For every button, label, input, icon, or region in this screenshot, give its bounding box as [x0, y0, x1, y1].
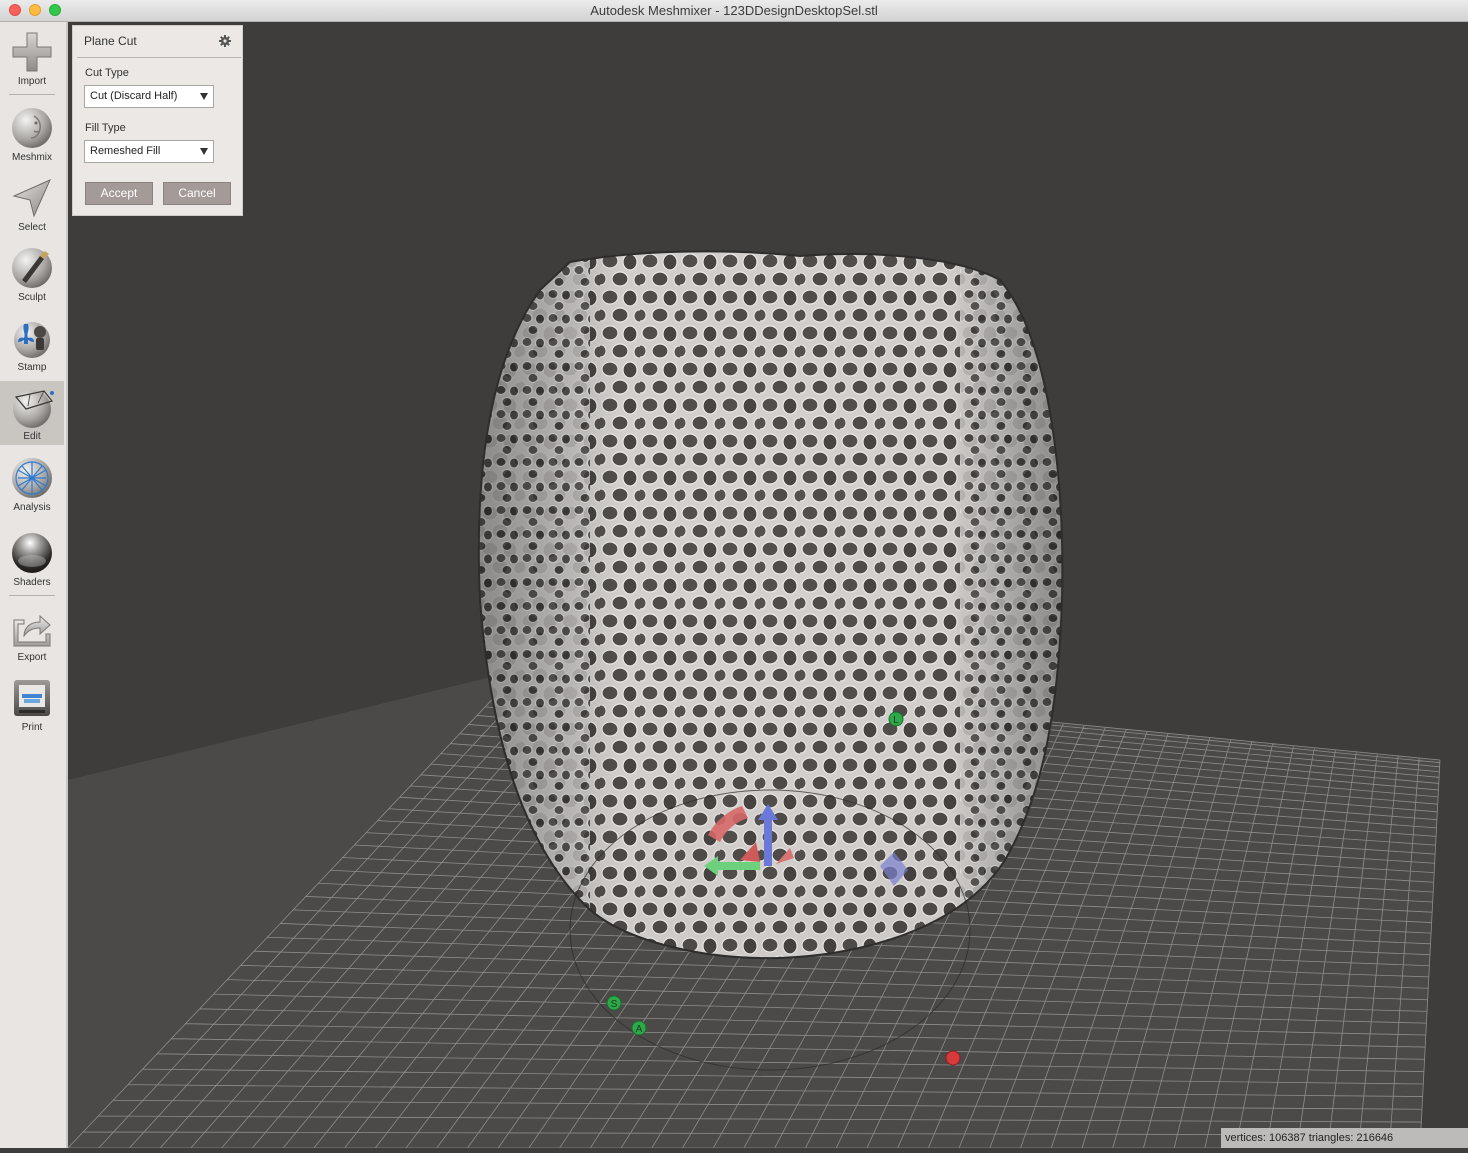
plus-icon [12, 32, 52, 72]
fill-type-value: Remeshed Fill [90, 145, 161, 157]
toolbar-item-edit[interactable]: Edit [0, 381, 64, 445]
sculpt-brush-icon [12, 248, 52, 288]
toolbar-item-stamp[interactable]: Stamp [0, 316, 64, 376]
panel-title: Plane Cut [84, 34, 137, 48]
toolbar-label: Print [21, 722, 43, 733]
gizmo-handle-label: L [893, 715, 899, 726]
dropdown-arrow-icon [200, 148, 208, 155]
toolbar-item-sculpt[interactable]: Sculpt [0, 246, 64, 306]
toolbar-label: Import [17, 76, 47, 87]
cancel-button[interactable]: Cancel [163, 182, 231, 205]
meshmix-face-icon [12, 108, 52, 148]
toolbar-label: Sculpt [18, 292, 46, 303]
panel-divider [77, 57, 241, 58]
toolbar-item-print[interactable]: Print [0, 676, 64, 736]
left-toolbar: Import Meshmix Select Sculpt Stamp Edit … [0, 22, 68, 1148]
stamp-fleur-icon [14, 322, 50, 358]
mesh-stats-status: vertices: 106387 triangles: 216646 [1221, 1128, 1468, 1148]
title-bar: Autodesk Meshmixer - 123DDesignDesktopSe… [0, 0, 1468, 22]
toolbar-label: Edit [23, 431, 41, 442]
3d-viewport[interactable]: L S A [67, 22, 1468, 1149]
viewport-scene[interactable]: L S A [67, 22, 1468, 1149]
select-arrow-icon [12, 179, 51, 218]
printer-icon [14, 680, 50, 716]
toolbar-item-analysis[interactable]: Analysis [0, 456, 64, 516]
toolbar-label: Meshmix [11, 152, 52, 163]
toolbar-item-shaders[interactable]: Shaders [0, 531, 64, 591]
accept-button[interactable]: Accept [85, 182, 153, 205]
toolbar-divider [9, 595, 55, 596]
toolbar-item-import[interactable]: Import [0, 30, 64, 94]
toolbar-item-export[interactable]: Export [0, 606, 64, 666]
cut-type-value: Cut (Discard Half) [90, 90, 178, 102]
toolbar-divider [9, 94, 55, 95]
toolbar-label: Export [17, 652, 47, 663]
toolbar-label: Shaders [13, 577, 51, 588]
cut-type-label: Cut Type [85, 67, 129, 79]
gear-icon[interactable] [219, 35, 231, 47]
plane-cut-panel: Plane Cut Cut Type Cut (Discard Half) Fi… [72, 25, 243, 216]
toolbar-label: Select [18, 222, 46, 233]
toolbar-label: Stamp [17, 362, 47, 373]
fill-type-select[interactable]: Remeshed Fill [84, 140, 214, 163]
cut-type-select[interactable]: Cut (Discard Half) [84, 85, 214, 108]
analysis-sphere-icon [12, 458, 52, 498]
toolbar-item-select[interactable]: Select [0, 176, 64, 236]
toolbar-label: Analysis [13, 502, 51, 513]
gizmo-handle-red[interactable] [945, 1050, 961, 1066]
window-title: Autodesk Meshmixer - 123DDesignDesktopSe… [590, 3, 878, 18]
edit-sphere-icon [13, 390, 54, 428]
gizmo-handle-label: S [611, 999, 618, 1010]
fill-type-label: Fill Type [85, 122, 126, 134]
dropdown-arrow-icon [200, 93, 208, 100]
gizmo-handle-label: A [636, 1024, 643, 1035]
export-icon [13, 614, 51, 647]
shader-sphere-icon [12, 533, 52, 573]
toolbar-item-meshmix[interactable]: Meshmix [0, 106, 64, 166]
